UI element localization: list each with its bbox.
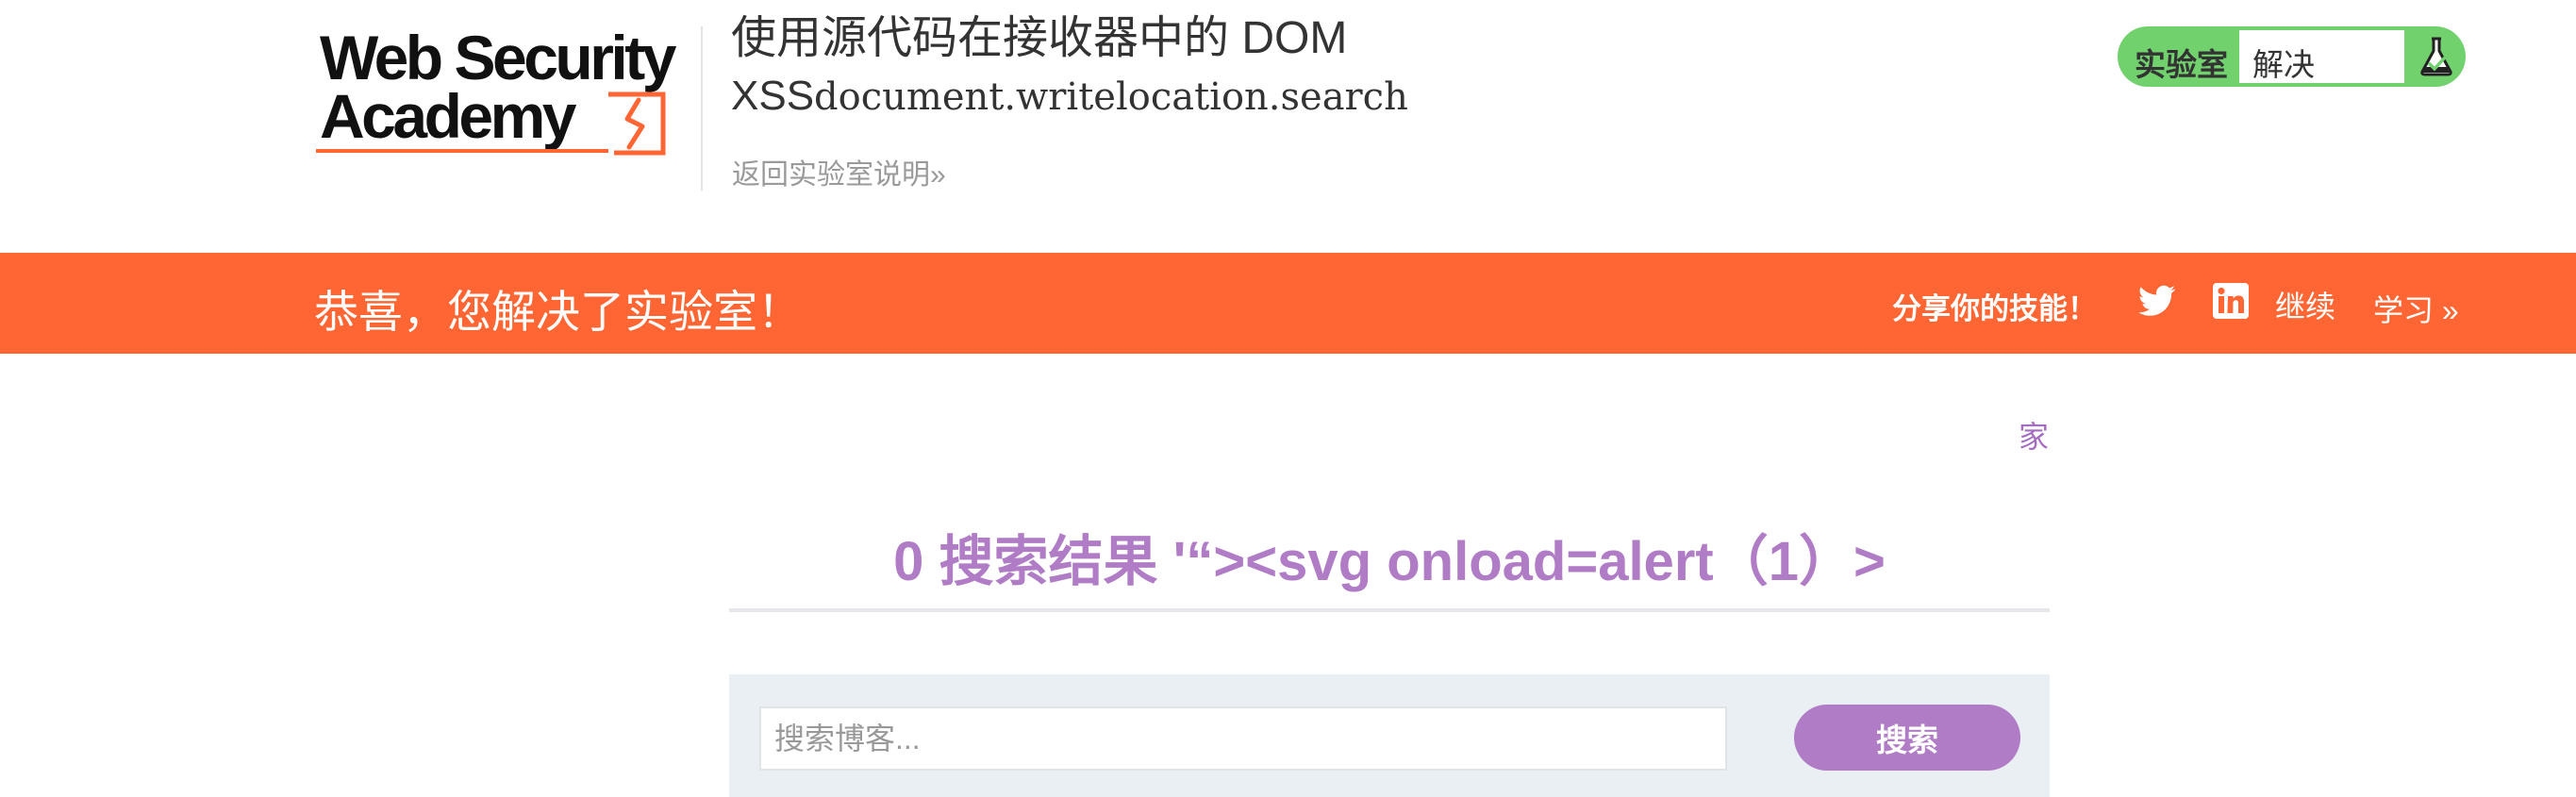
lab-title-prefix: XSS [731, 73, 815, 119]
header-divider [701, 26, 703, 191]
continue-learning-link[interactable]: 学习 » [2373, 287, 2459, 330]
continue-link[interactable]: 继续 [2275, 283, 2335, 326]
lab-solved-banner: 恭喜，您解决了实验室！ 分享你的技能！ 继续 学习 » [0, 253, 2576, 354]
search-panel: 搜索 [729, 674, 2050, 797]
share-skills-label: 分享你的技能！ [1892, 292, 2097, 325]
results-divider [729, 608, 2050, 612]
lab-title: 使用源代码在接收器中的 DOM XSSdocument.writelocatio… [731, 9, 1408, 125]
back-to-lab-description-link[interactable]: 返回实验室说明» [732, 151, 946, 192]
search-input[interactable] [759, 706, 1727, 771]
search-results-title: 0 搜索结果 '“><svg onload=alert（1）> [893, 531, 1886, 592]
linkedin-icon[interactable] [2213, 283, 2249, 319]
lab-status-label: 实验室 [2135, 47, 2228, 82]
lab-title-line1: 使用源代码在接收器中的 DOM [731, 13, 1348, 63]
web-security-academy-logo[interactable]: Web Security Academy [316, 23, 693, 164]
logo-lightning-mark [608, 91, 666, 156]
flask-icon [2420, 37, 2452, 76]
home-link[interactable]: 家 [2019, 413, 2049, 457]
search-button[interactable]: 搜索 [1794, 705, 2020, 771]
learn-label: 学习 [2373, 293, 2435, 327]
twitter-icon[interactable] [2138, 285, 2176, 319]
page-header: Web Security Academy 使用源代码在接收器中的 DOM XSS… [0, 0, 2576, 253]
lab-status-value-box: 解决 [2239, 30, 2404, 83]
lab-title-line2: XSSdocument.writelocation.search [731, 68, 1408, 125]
logo-text-line2: Academy [320, 81, 577, 151]
double-chevron-right-icon: » [930, 159, 946, 191]
lab-title-code: document.writelocation.search [814, 75, 1408, 119]
logo-text-line1: Web Security [320, 23, 676, 92]
congratulations-message: 恭喜，您解决了实验室！ [314, 287, 802, 337]
double-chevron-right-icon: » [2441, 293, 2459, 327]
lab-status-value: 解决 [2252, 47, 2315, 82]
back-link-label: 返回实验室说明 [732, 159, 930, 191]
lab-status-widget: 实验室 解决 [2118, 26, 2466, 87]
logo-underline [316, 149, 608, 153]
